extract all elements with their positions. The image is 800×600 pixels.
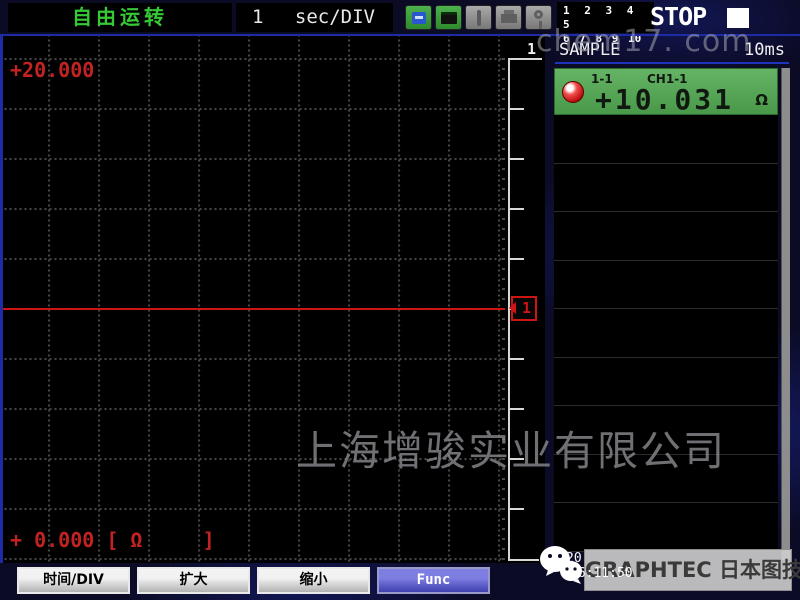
bracket-bottom-cap: [508, 559, 539, 561]
watermark-chem17: chem17. com: [536, 24, 752, 59]
watermark-company: 上海增骏实业有限公司: [296, 417, 726, 477]
bracket-tick: [510, 408, 524, 410]
bracket-tick: [510, 208, 524, 210]
timebase-display[interactable]: 1 sec/DIV: [236, 3, 393, 32]
display-icon: [435, 5, 462, 30]
memory-card-glyph: [412, 12, 426, 24]
printer-glyph: [501, 14, 517, 23]
zoom-out-button[interactable]: 缩小: [257, 567, 370, 594]
channel-row: [554, 358, 778, 407]
bracket-tick: [510, 508, 524, 510]
bracket-tick: [510, 358, 524, 360]
key-lock-glyph: [534, 10, 543, 19]
channel-unit: Ω: [755, 91, 768, 109]
channel-list-scrollbar[interactable]: [781, 68, 790, 560]
time-div-button[interactable]: 时间/DIV: [17, 567, 130, 594]
record-dot-icon: [562, 81, 584, 103]
memory-card-icon: [405, 5, 432, 30]
channel-row: [554, 503, 778, 552]
mode-indicator: 自由运转: [8, 3, 232, 32]
zero-position-marker[interactable]: 1: [511, 296, 537, 321]
plot-grid: [3, 36, 506, 563]
bracket-tick: [510, 108, 524, 110]
func-button[interactable]: Func: [377, 567, 490, 594]
lower-readout: + 0.000 [ Ω ]: [10, 528, 215, 552]
ch1-trace: [3, 308, 506, 310]
printer-icon: [495, 5, 522, 30]
channel-row: [554, 164, 778, 213]
channel-row: [554, 212, 778, 261]
pen-icon: [465, 5, 492, 30]
bracket-tick: [510, 158, 524, 160]
display-glyph: [441, 12, 457, 24]
upper-scale-value: +20.000: [10, 58, 94, 82]
zoom-in-button[interactable]: 扩大: [137, 567, 250, 594]
span-group-label: 1: [527, 40, 536, 58]
timebase-value: 1: [252, 6, 263, 28]
timebase-unit: sec/DIV: [295, 6, 375, 28]
waveform-plot[interactable]: +20.000 + 0.000 [ Ω ]: [0, 36, 506, 563]
bracket-tick: [510, 258, 524, 260]
channel-list: [554, 115, 778, 561]
channel-value: +10.031: [595, 83, 734, 116]
channel-readout-panel[interactable]: 1-1 CH1-1 +10.031 Ω: [554, 68, 778, 115]
wechat-icon: [538, 543, 586, 587]
channel-row: [554, 309, 778, 358]
pen-glyph: [477, 10, 481, 26]
channel-row: [554, 261, 778, 310]
channel-row: [554, 115, 778, 164]
